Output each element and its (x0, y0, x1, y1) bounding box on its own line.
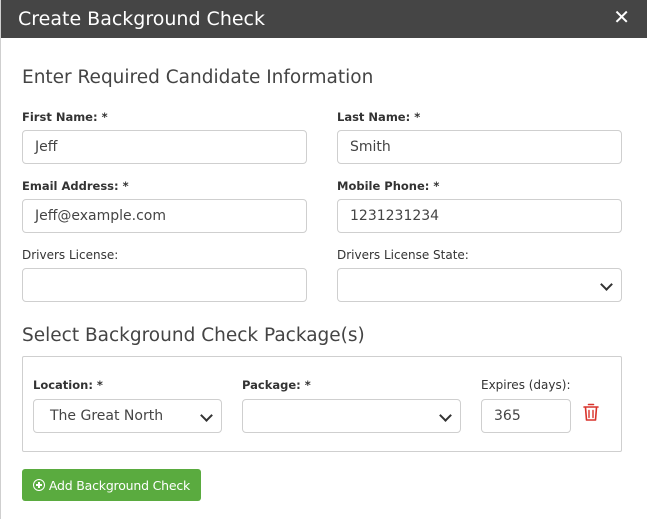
dialog-title: Create Background Check (18, 8, 266, 30)
first-name-label: First Name: * (22, 110, 108, 124)
chevron-down-icon (600, 278, 613, 291)
email-input[interactable]: Jeff@example.com (22, 199, 307, 233)
close-icon[interactable]: ✕ (613, 5, 630, 29)
add-background-check-button[interactable]: Add Background Check (22, 469, 201, 501)
package-label: Package: * (242, 378, 311, 392)
trash-icon[interactable] (583, 403, 599, 422)
email-label: Email Address: * (22, 179, 129, 193)
mobile-phone-label: Mobile Phone: * (337, 179, 440, 193)
first-name-input[interactable]: Jeff (22, 130, 307, 164)
expires-input[interactable]: 365 (481, 399, 571, 433)
packages-heading: Select Background Check Package(s) (22, 325, 365, 346)
drivers-license-state-label: Drivers License State: (337, 248, 469, 262)
last-name-input[interactable]: Smith (337, 130, 622, 164)
location-label: Location: * (33, 378, 103, 392)
location-select[interactable]: The Great North (33, 399, 222, 433)
drivers-license-state-select[interactable] (337, 268, 622, 302)
add-background-check-label: Add Background Check (48, 477, 191, 493)
drivers-license-input[interactable] (22, 268, 307, 302)
candidate-info-heading: Enter Required Candidate Information (22, 67, 374, 88)
mobile-phone-input[interactable]: 1231231234 (337, 199, 622, 233)
last-name-label: Last Name: * (337, 110, 421, 124)
location-value: The Great North (50, 408, 164, 424)
chevron-down-icon (439, 409, 452, 422)
drivers-license-label: Drivers License: (22, 248, 119, 262)
expires-label: Expires (days): (481, 378, 571, 392)
plus-circle-icon (32, 479, 45, 491)
package-select[interactable] (242, 399, 461, 433)
create-background-check-dialog: Create Background Check ✕ Enter Required… (0, 0, 647, 519)
chevron-down-icon (200, 409, 213, 422)
dialog-titlebar: Create Background Check ✕ (1, 0, 647, 38)
